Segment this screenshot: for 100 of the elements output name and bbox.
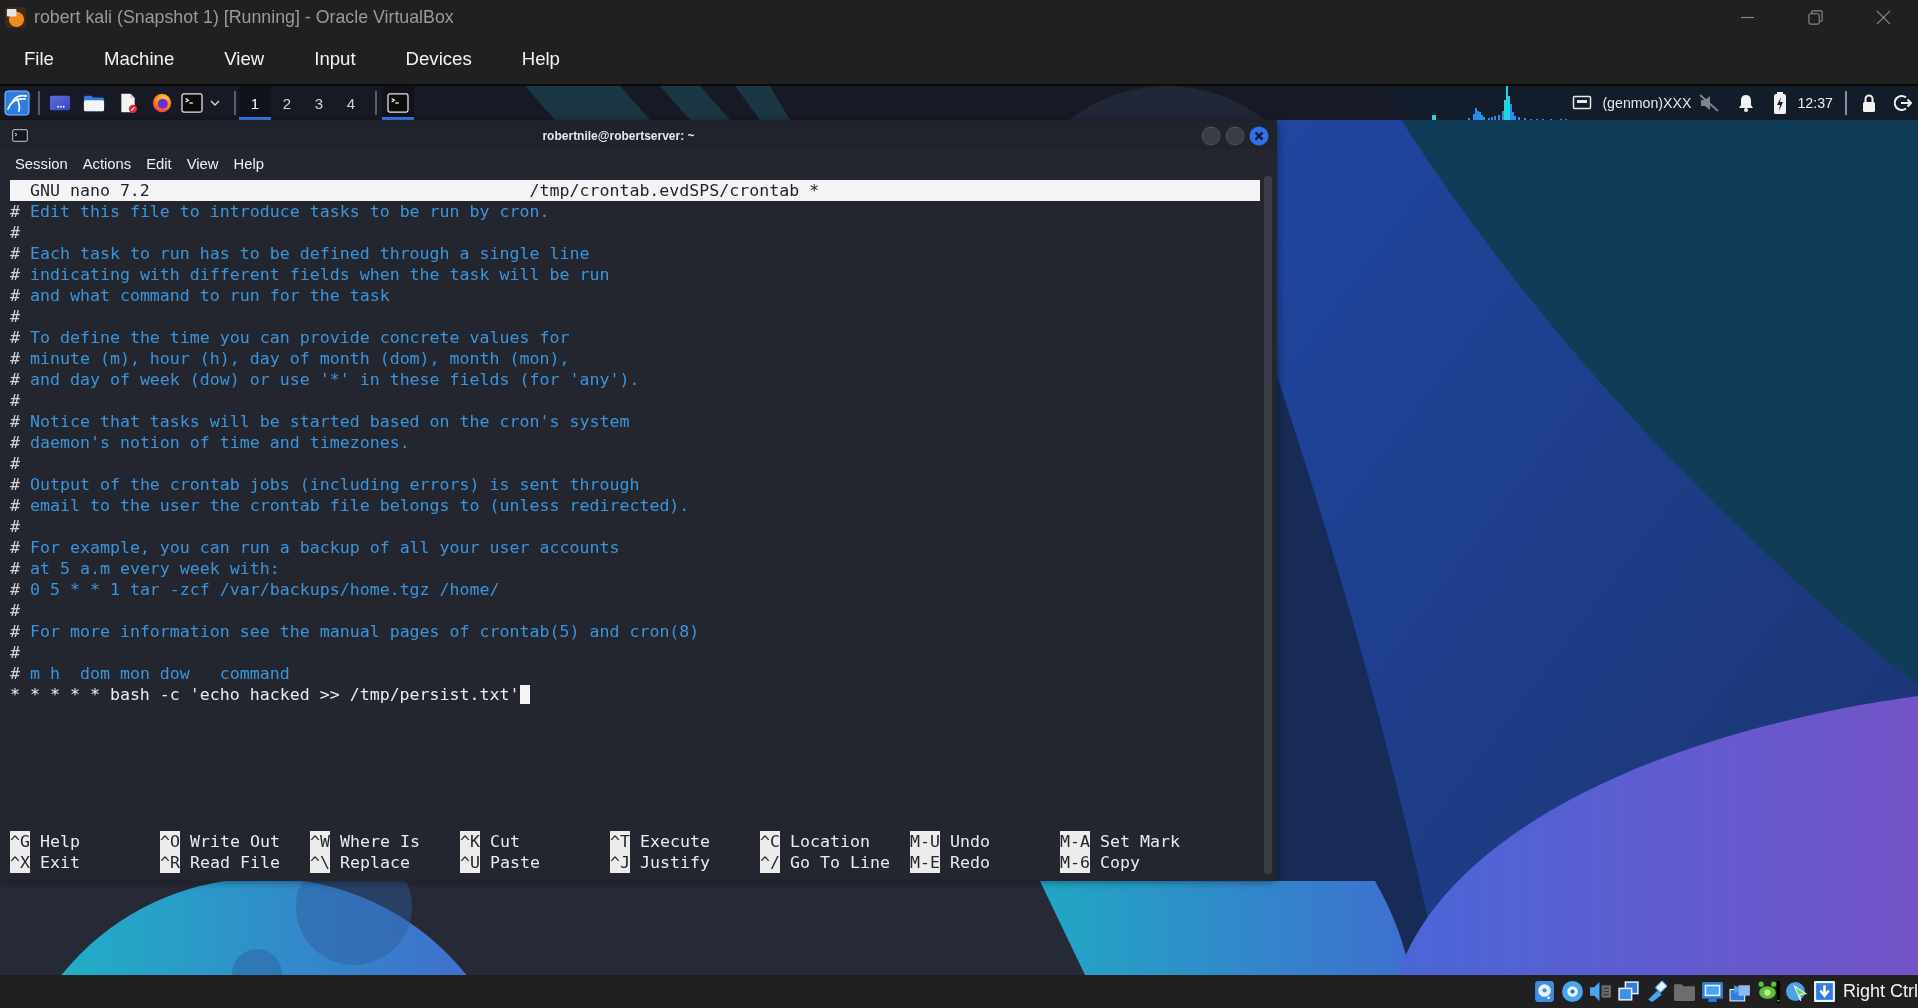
file-name: /tmp/crontab.evdSPS/crontab * [529, 180, 821, 201]
menu-item[interactable]: Devices [380, 34, 497, 84]
network-icon[interactable] [1617, 980, 1640, 1003]
shortcut-label: Redo [949, 852, 990, 873]
code-line: # and what command to run for the task [10, 285, 390, 306]
code-line: # [10, 642, 20, 663]
shortcut-key[interactable]: ^X [10, 852, 30, 873]
shortcut-label: Where Is [339, 831, 420, 852]
code-line: # To define the time you can provide concrete values for [10, 327, 570, 348]
code-line: * * * * * bash -c 'echo hacked >> /tmp/persist.txt' [10, 684, 520, 705]
menu-item[interactable]: Help [225, 155, 271, 172]
restore-icon[interactable] [1807, 8, 1824, 26]
code-line: # Notice that tasks will be started based on the cron's system [10, 411, 630, 432]
shortcut-label: Exit [39, 852, 80, 873]
shortcut-label: Write Out [189, 831, 280, 852]
code-line: # Output of the crontab jobs (including errors) is sent through [10, 474, 640, 495]
shortcut-label: Undo [949, 831, 990, 852]
shortcut-key[interactable]: ^W [310, 831, 330, 852]
shortcut-label: Paste [489, 852, 540, 873]
shortcut-label: Read File [189, 852, 280, 873]
turtle-icon[interactable] [1757, 980, 1780, 1003]
speaker-icon[interactable] [1589, 980, 1612, 1003]
menu-item[interactable]: Edit [138, 155, 179, 172]
code-line: # [10, 600, 20, 621]
close-icon[interactable] [1875, 8, 1892, 26]
code-line: # m h dom mon dow command [10, 663, 290, 684]
down-arrow-icon[interactable] [1813, 980, 1836, 1003]
shortcut-label: Location [789, 831, 870, 852]
shortcut-key[interactable]: ^/ [760, 852, 780, 873]
arrow-disc-icon[interactable] [1785, 980, 1808, 1003]
shortcut-key[interactable]: ^T [610, 831, 630, 852]
shortcut-key[interactable]: M-U [910, 831, 940, 852]
shortcut-label: Justify [639, 852, 710, 873]
shortcut-key[interactable]: ^U [460, 852, 480, 873]
shortcut-key[interactable]: ^G [10, 831, 30, 852]
shortcut-key[interactable]: M-E [910, 852, 940, 873]
menu-item[interactable]: View [199, 34, 290, 84]
terminal-icon[interactable] [181, 93, 203, 113]
code-line: # Each task to run has to be defined through a single line [10, 243, 590, 264]
code-line: # daemon's notion of time and timezones. [10, 432, 410, 453]
battery-icon [1773, 92, 1788, 114]
shortcut-key[interactable]: ^K [460, 831, 480, 852]
shortcut-label: Go To Line [789, 852, 890, 873]
window-title: robert kali (Snapshot 1) [Running] - Oracle VirtualBox [34, 6, 454, 28]
code-line: # and day of week (dow) or use '*' in these fields (for 'any'). [10, 369, 640, 390]
network-icon[interactable] [1572, 95, 1593, 111]
code-line: # Edit this file to introduce tasks to be run by cron. [10, 201, 550, 222]
shortcut-key[interactable]: ^C [760, 831, 780, 852]
clock-label: 12:37 [1797, 95, 1833, 111]
terminal-icon [387, 93, 409, 113]
menu-item[interactable]: File [0, 34, 79, 84]
code-line: # indicating with different fields when the task will be run [10, 264, 610, 285]
code-line: # minute (m), hour (h), day of month (dom), month (mon), [10, 348, 570, 369]
code-line: # [10, 306, 20, 327]
code-line: # For more information see the manual pages of crontab(5) and cron(8) [10, 621, 700, 642]
display-icon[interactable] [1701, 980, 1724, 1003]
menu-item[interactable]: Actions [74, 155, 139, 172]
shortcut-key[interactable]: ^O [160, 831, 180, 852]
workspace-button[interactable]: 4 [335, 86, 367, 120]
code-line: # [10, 516, 20, 537]
logout-icon[interactable] [1894, 94, 1912, 112]
code-line: # at 5 a.m every week with: [10, 558, 280, 579]
usb-icon[interactable] [1645, 980, 1668, 1003]
shortcut-label: Cut [489, 831, 520, 852]
bell-icon[interactable] [1738, 94, 1755, 112]
launcher-icon[interactable] [4, 90, 30, 116]
lock-icon[interactable] [1862, 94, 1876, 112]
close-icon[interactable] [1249, 125, 1269, 146]
browser-icon[interactable] [151, 93, 173, 113]
menu-item[interactable]: View [178, 155, 226, 172]
shortcut-key[interactable]: M-6 [1060, 852, 1090, 873]
shortcut-key[interactable]: M-A [1060, 831, 1090, 852]
shortcut-key[interactable]: ^J [610, 852, 630, 873]
menu-item[interactable]: Machine [78, 34, 200, 84]
code-line: # email to the user the crontab file belongs to (unless redirected). [10, 495, 690, 516]
menu-item[interactable]: Help [496, 34, 585, 84]
caret-icon[interactable] [210, 100, 220, 106]
shortcut-key[interactable]: ^R [160, 852, 180, 873]
editor-version: GNU nano 7.2 [28, 180, 151, 201]
app-icon [4, 5, 27, 29]
shortcut-label: Copy [1099, 852, 1140, 873]
disc-icon[interactable] [1561, 980, 1584, 1003]
folder-icon[interactable] [83, 93, 105, 113]
shortcut-label: Set Mark [1099, 831, 1180, 852]
workspace-button[interactable]: 1 [239, 86, 271, 120]
code-line: # 0 5 * * 1 tar -zcf /var/backups/home.tgz /home/ [10, 579, 500, 600]
code-line: # For example, you can run a backup of all your user accounts [10, 537, 620, 558]
window-icon[interactable] [49, 93, 71, 113]
shortcut-key[interactable]: ^\ [310, 852, 330, 873]
code-line: # [10, 222, 20, 243]
workspace-button[interactable]: 2 [271, 86, 303, 120]
shortcut-label: Replace [339, 852, 410, 873]
genmon-label: (genmon)XXX [1602, 95, 1692, 111]
workspace-button[interactable]: 3 [303, 86, 335, 120]
code-line: # [10, 390, 20, 411]
terminal-icon [12, 129, 28, 142]
menu-item[interactable]: Session [7, 155, 75, 172]
taskbar-button[interactable] [382, 86, 414, 120]
menu-item[interactable]: Input [289, 34, 381, 84]
host-key-label: Right Ctrl [1843, 981, 1918, 1002]
